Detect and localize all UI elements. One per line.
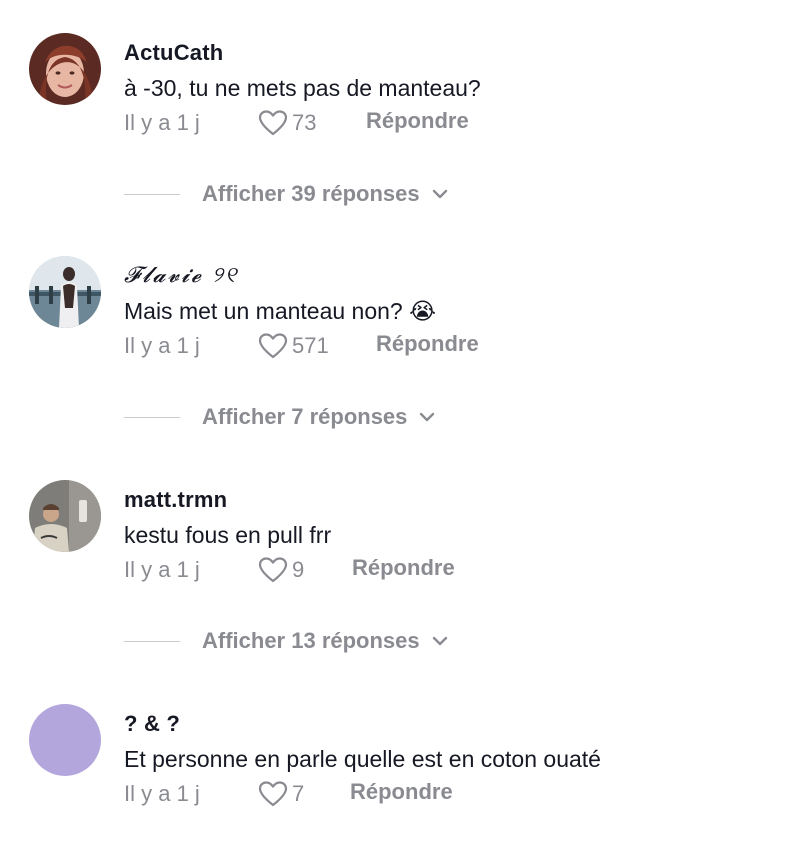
- avatar[interactable]: [29, 704, 101, 776]
- view-replies-button[interactable]: Afficher 39 réponses: [124, 179, 448, 209]
- like-count: 73: [292, 110, 317, 135]
- divider-line: [124, 193, 180, 195]
- chevron-down-icon: [432, 636, 447, 646]
- like-button[interactable]: 9: [258, 557, 304, 583]
- comment-username[interactable]: ActuCath: [124, 40, 223, 66]
- view-replies-label: Afficher 13 réponses: [202, 628, 420, 653]
- comment-meta: Il y a 1 j 7 Répondre: [124, 779, 453, 809]
- comment-username[interactable]: matt.trmn: [124, 487, 227, 513]
- comment-username[interactable]: ? & ?: [124, 711, 180, 737]
- comment-text: kestu fous en pull frr: [124, 522, 332, 548]
- view-replies-button[interactable]: Afficher 13 réponses: [124, 626, 448, 656]
- avatar[interactable]: [29, 256, 101, 328]
- avatar[interactable]: [29, 480, 101, 552]
- view-replies-label: Afficher 39 réponses: [202, 181, 420, 206]
- comment-time: Il y a 1 j: [124, 110, 200, 135]
- view-replies-label: Afficher 7 réponses: [202, 404, 408, 429]
- like-count: 571: [292, 333, 329, 358]
- comment-text: Et personne en parle quelle est en coton…: [124, 746, 601, 772]
- comment-text: Mais met un manteau non? 😭: [124, 298, 436, 324]
- comment-time: Il y a 1 j: [124, 557, 200, 582]
- like-count: 7: [292, 781, 305, 806]
- chevron-down-icon: [420, 412, 435, 422]
- divider-line: [124, 416, 180, 418]
- like-count: 9: [292, 557, 305, 582]
- comment-meta: Il y a 1 j 73 Répondre: [124, 108, 469, 138]
- reply-button[interactable]: Répondre: [376, 331, 479, 357]
- like-button[interactable]: 73: [258, 110, 316, 136]
- reply-button[interactable]: Répondre: [350, 779, 453, 805]
- divider-line: [124, 640, 180, 642]
- reply-button[interactable]: Répondre: [352, 555, 455, 581]
- view-replies-button[interactable]: Afficher 7 réponses: [124, 402, 435, 432]
- comment-time: Il y a 1 j: [124, 781, 200, 806]
- heart-outline-icon: [258, 781, 288, 807]
- like-button[interactable]: 7: [258, 781, 304, 807]
- heart-outline-icon: [258, 557, 288, 583]
- comment-text: à -30, tu ne mets pas de manteau?: [124, 75, 481, 101]
- chevron-down-icon: [432, 189, 447, 199]
- heart-outline-icon: [258, 110, 288, 136]
- comment-meta: Il y a 1 j 9 Répondre: [124, 555, 455, 585]
- avatar[interactable]: [29, 33, 101, 105]
- comment-time: Il y a 1 j: [124, 333, 200, 358]
- comment-meta: Il y a 1 j 571 Répondre: [124, 331, 479, 361]
- comment-username[interactable]: 𝓕𝓵𝓪𝓿𝓲𝓮 ୨୧: [124, 263, 238, 288]
- like-button[interactable]: 571: [258, 333, 329, 359]
- heart-outline-icon: [258, 333, 288, 359]
- reply-button[interactable]: Répondre: [366, 108, 469, 134]
